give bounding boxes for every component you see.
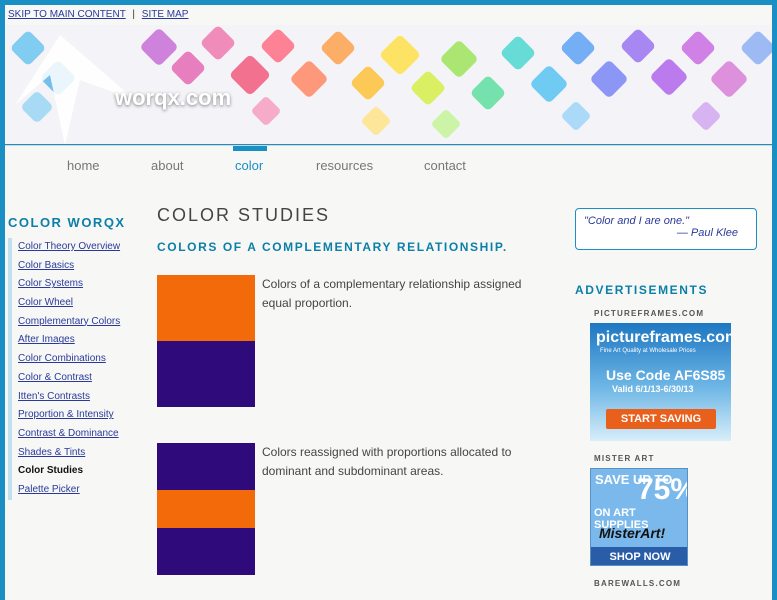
study-equal-proportion: Colors of a complementary relationship a… bbox=[157, 275, 557, 407]
ad-brand: MisterArt! bbox=[599, 525, 666, 541]
shop-now-button[interactable]: SHOP NOW bbox=[591, 547, 687, 565]
quote-text: "Color and I are one." bbox=[584, 215, 690, 227]
nav-contact[interactable]: contact bbox=[424, 158, 466, 173]
start-saving-button[interactable]: START SAVING bbox=[606, 409, 716, 429]
ad-misterart[interactable]: SAVE UP TO 75% ON ART SUPPLIES MisterArt… bbox=[590, 468, 688, 566]
ad-valid: Valid 6/1/13-6/30/13 bbox=[612, 384, 694, 394]
ad-label-barewalls: BAREWALLS.COM bbox=[594, 579, 682, 588]
page: SKIP TO MAIN CONTENT | SITE MAP worqx.co… bbox=[5, 5, 772, 600]
nav-active-indicator bbox=[233, 146, 267, 151]
purple-swatch bbox=[157, 443, 255, 490]
swatch-column bbox=[157, 275, 255, 407]
study-dominant-proportion: Colors reassigned with proportions alloc… bbox=[157, 443, 557, 575]
ad-code: Use Code AF6S85 bbox=[606, 367, 726, 383]
page-title: COLOR STUDIES bbox=[157, 205, 331, 225]
sidebar-title: COLOR WORQX bbox=[8, 215, 126, 230]
sidebar-item-ittens-contrasts[interactable]: Itten's Contrasts bbox=[18, 388, 145, 407]
main-nav: home about color resources contact bbox=[5, 145, 772, 185]
sidebar-item-color-basics[interactable]: Color Basics bbox=[18, 257, 145, 276]
main-content: COLOR STUDIES COLORS OF A COMPLEMENTARY … bbox=[157, 205, 557, 575]
nav-home[interactable]: home bbox=[67, 158, 100, 173]
quote-author: — Paul Klee bbox=[676, 227, 738, 239]
nav-color[interactable]: color bbox=[235, 158, 263, 173]
sidebar-item-color-contrast[interactable]: Color & Contrast bbox=[18, 369, 145, 388]
sidebar-item-after-images[interactable]: After Images bbox=[18, 331, 145, 350]
study-description: Colors reassigned with proportions alloc… bbox=[262, 445, 512, 478]
orange-swatch bbox=[157, 490, 255, 528]
site-map-link[interactable]: SITE MAP bbox=[142, 9, 189, 20]
section-subtitle: COLORS OF A COMPLEMENTARY RELATIONSHIP. bbox=[157, 240, 508, 254]
purple-swatch bbox=[157, 528, 255, 575]
ads-title: ADVERTISEMENTS bbox=[575, 283, 709, 297]
site-banner: worqx.com bbox=[5, 25, 772, 145]
ad-pictureframes[interactable]: pictureframes.com Fine Art Quality at Wh… bbox=[590, 323, 731, 441]
swatch-column bbox=[157, 443, 255, 575]
nav-about[interactable]: about bbox=[151, 158, 184, 173]
sidebar-list: Color Theory Overview Color Basics Color… bbox=[8, 238, 145, 500]
sidebar-item-shades-tints[interactable]: Shades & Tints bbox=[18, 444, 145, 463]
sidebar: COLOR WORQX Color Theory Overview Color … bbox=[5, 215, 145, 500]
sidebar-item-color-wheel[interactable]: Color Wheel bbox=[18, 294, 145, 313]
study-description: Colors of a complementary relationship a… bbox=[262, 277, 522, 310]
sidebar-item-proportion-intensity[interactable]: Proportion & Intensity bbox=[18, 406, 145, 425]
ad-percent: 75% bbox=[637, 473, 687, 506]
skip-separator: | bbox=[132, 9, 136, 20]
nav-resources[interactable]: resources bbox=[316, 158, 373, 173]
ad-tagline: Fine Art Quality at Wholesale Prices bbox=[600, 348, 696, 354]
skip-links: SKIP TO MAIN CONTENT | SITE MAP bbox=[8, 9, 188, 20]
quote-box: "Color and I are one." — Paul Klee bbox=[575, 208, 757, 250]
ad-label-pictureframes: PICTUREFRAMES.COM bbox=[594, 309, 705, 318]
site-logo[interactable]: worqx.com bbox=[115, 85, 231, 111]
purple-swatch bbox=[157, 341, 255, 407]
right-column: "Color and I are one." — Paul Klee ADVER… bbox=[575, 208, 765, 588]
sidebar-item-contrast-dominance[interactable]: Contrast & Dominance bbox=[18, 425, 145, 444]
ad-label-misterart: MISTER ART bbox=[594, 454, 655, 463]
sidebar-item-complementary-colors[interactable]: Complementary Colors bbox=[18, 313, 145, 332]
sidebar-item-color-theory-overview[interactable]: Color Theory Overview bbox=[18, 238, 145, 257]
skip-to-main-link[interactable]: SKIP TO MAIN CONTENT bbox=[8, 9, 126, 20]
sidebar-item-palette-picker[interactable]: Palette Picker bbox=[18, 481, 145, 500]
sidebar-item-color-systems[interactable]: Color Systems bbox=[18, 275, 145, 294]
ad-brand: pictureframes.com bbox=[596, 329, 731, 346]
orange-swatch bbox=[157, 275, 255, 341]
sidebar-item-color-studies: Color Studies bbox=[18, 465, 84, 477]
sidebar-item-color-combinations[interactable]: Color Combinations bbox=[18, 350, 145, 369]
